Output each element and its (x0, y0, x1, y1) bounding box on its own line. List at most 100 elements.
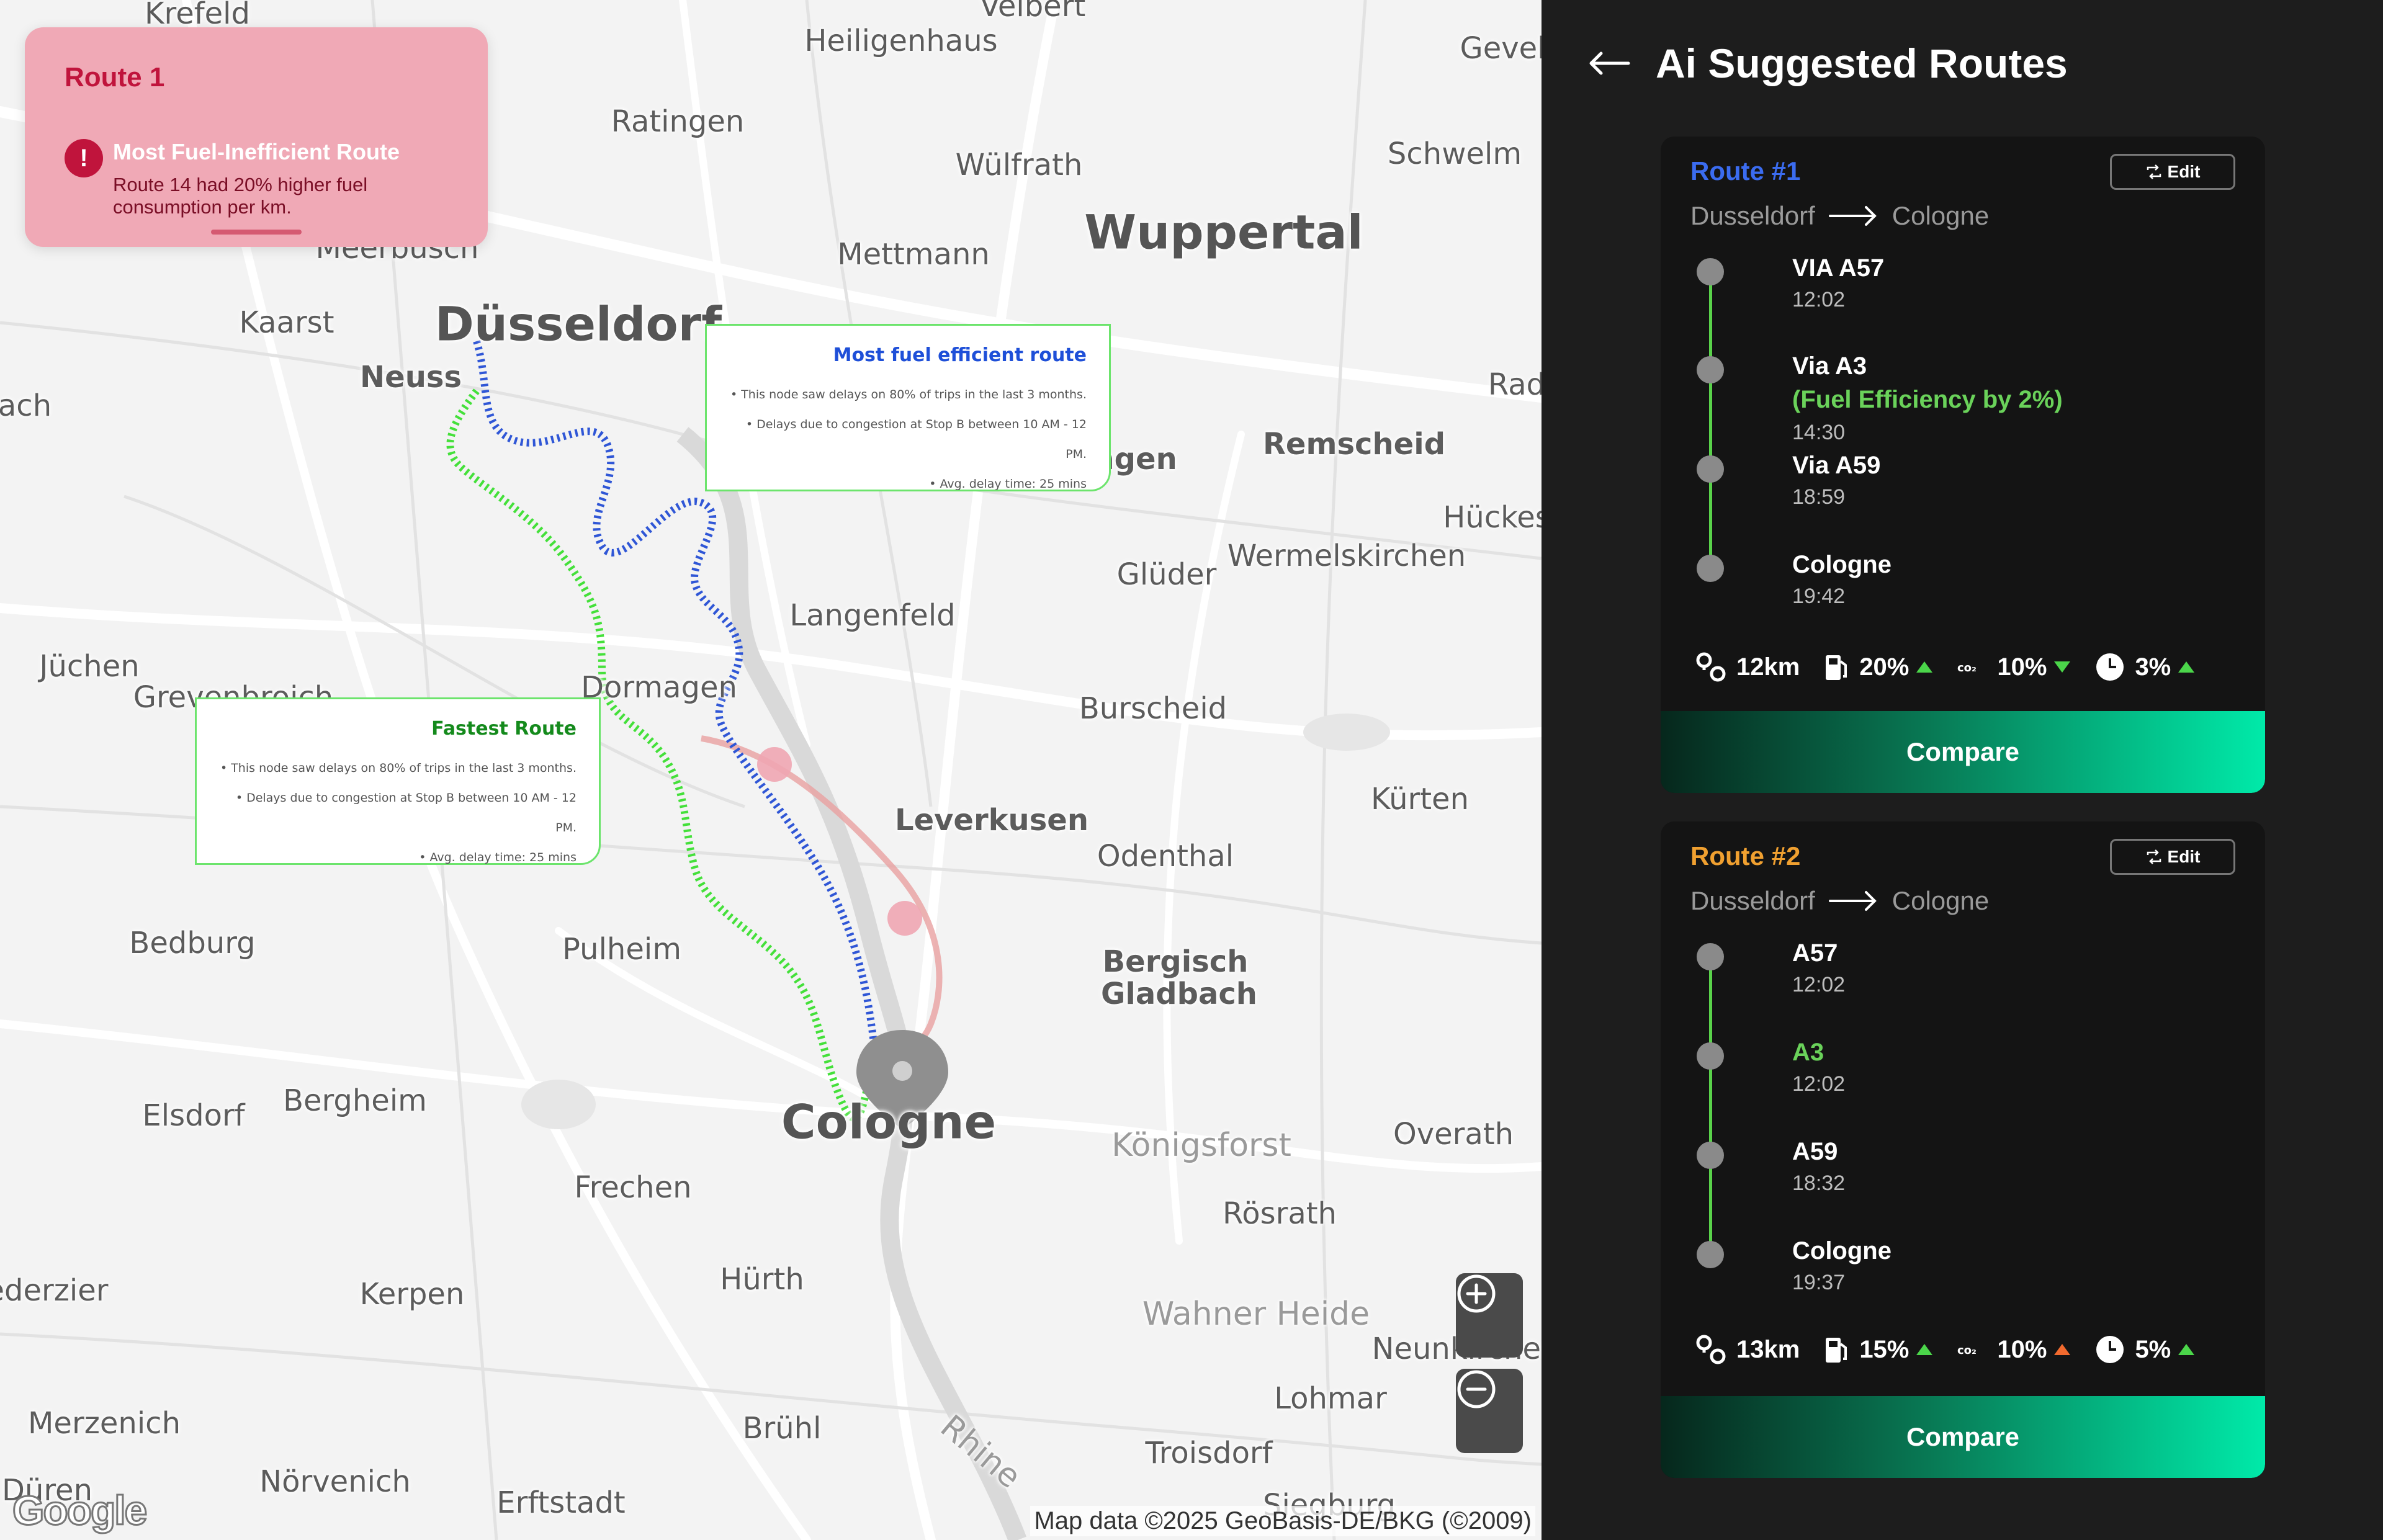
zoom-out-button[interactable] (1456, 1369, 1523, 1453)
trend-up-icon (1916, 661, 1933, 673)
place-label: Königsforst (1111, 1127, 1291, 1164)
route-from-to: Dusseldorf Cologne (1690, 886, 1989, 916)
place-label: Pulheim (562, 932, 681, 967)
route-card-2[interactable]: Route #2 Edit Dusseldorf Cologne A57 12:… (1661, 821, 2265, 1478)
place-label: Rad (1488, 367, 1542, 402)
fastest-route-card[interactable]: Fastest Route This node saw delays on 80… (195, 697, 601, 865)
route-origin: Dusseldorf (1690, 201, 1815, 230)
edit-route-button[interactable]: Edit (2110, 154, 2235, 190)
time-value: 5% (2135, 1335, 2171, 1363)
distance-stat: 13km (1695, 1334, 1800, 1365)
stop-time: 12:02 (1792, 288, 1846, 311)
stop-dot (1697, 258, 1724, 285)
distance-value: 12km (1736, 653, 1800, 681)
fastest-card-title: Fastest Route (431, 718, 577, 740)
distance-stat: 12km (1695, 651, 1800, 683)
route-origin: Dusseldorf (1690, 886, 1815, 915)
stop-name: Cologne (1792, 1237, 1892, 1265)
place-label: Ratingen (611, 104, 745, 139)
distance-value: 13km (1736, 1335, 1800, 1363)
fuel-value: 20% (1859, 653, 1910, 681)
time-value: 3% (2135, 653, 2171, 681)
timeline-line (1709, 273, 1712, 571)
place-label: Elsdorf (142, 1098, 245, 1133)
fuel-efficient-route-card[interactable]: Most fuel efficient route This node saw … (705, 324, 1111, 491)
stop-name: A3 (1792, 1039, 1824, 1066)
route-distance-icon (1695, 1334, 1726, 1365)
zoom-in-button[interactable] (1456, 1273, 1523, 1358)
route-card-1[interactable]: Route #1 Edit Dusseldorf Cologne VIA A57 (1661, 137, 2265, 793)
stop-name: Via A59 (1792, 452, 1881, 479)
fuel-value: 15% (1859, 1335, 1910, 1363)
stop-name: A57 (1792, 939, 1838, 967)
place-label: ederzier (0, 1273, 109, 1308)
place-label: Heiligenhaus (804, 24, 998, 58)
place-label: Burscheid (1079, 691, 1227, 726)
card-bullet: Delays due to congestion at Stop B betwe… (219, 783, 577, 843)
map-view[interactable]: Krefeld Velbert Heiligenhaus Gevels Rati… (0, 0, 1542, 1540)
compare-button[interactable]: Compare (1661, 711, 2265, 793)
fuel-efficient-card-list: This node saw delays on 80% of trips in … (729, 380, 1087, 499)
route-alert-title: Route 1 (65, 62, 165, 92)
place-label: Wülfrath (955, 148, 1083, 182)
stop-name: Cologne (1792, 551, 1892, 578)
co2-value: 10% (1997, 1335, 2047, 1363)
fuel-efficient-card-title: Most fuel efficient route (833, 344, 1087, 366)
place-label: Gevels (1460, 31, 1542, 66)
card-bullet: Delays due to congestion at Stop B betwe… (729, 410, 1087, 469)
stop-time: 12:02 (1792, 973, 1846, 996)
back-arrow-icon[interactable] (1587, 51, 1631, 76)
place-label: Glüder (1116, 557, 1217, 592)
place-label: Wuppertal (1084, 204, 1363, 260)
place-label: Neuss (359, 360, 462, 395)
trend-up-icon (2054, 1344, 2071, 1355)
place-label: Wahner Heide (1142, 1296, 1370, 1333)
zoom-in-icon (1457, 1274, 1496, 1313)
stop-dot (1697, 455, 1724, 483)
clock-icon (2095, 1335, 2125, 1364)
stop-dot (1697, 356, 1724, 383)
place-label: Lohmar (1274, 1381, 1387, 1416)
trend-up-icon (2178, 1344, 2195, 1355)
trend-up-icon (1916, 1344, 1933, 1355)
fuel-stat: 20% (1824, 653, 1933, 681)
drag-handle[interactable] (211, 230, 302, 235)
place-label: Bergheim (283, 1083, 427, 1118)
place-label: ach (0, 388, 52, 423)
place-label: Hürth (720, 1262, 804, 1297)
route-destination: Cologne (1892, 886, 1990, 915)
long-arrow-right-icon (1828, 206, 1877, 226)
stop-time: 19:42 (1792, 584, 1846, 608)
route-from-to: Dusseldorf Cologne (1690, 201, 1989, 231)
map-copyright[interactable]: Map data ©2025 GeoBasis-DE/BKG (©2009) (1030, 1506, 1535, 1536)
edit-icon (2147, 849, 2161, 864)
stop-time: 18:32 (1792, 1171, 1846, 1195)
place-label: Kaarst (239, 305, 334, 340)
place-label: Nörvenich (259, 1464, 411, 1499)
place-label: Hückes (1443, 500, 1542, 535)
route-distance-icon (1695, 651, 1726, 683)
fastest-card-list: This node saw delays on 80% of trips in … (219, 753, 577, 872)
route-stats: 13km 15% co₂ 10% 5% (1695, 1334, 2219, 1365)
card-bullet: Avg. delay time: 25 mins (729, 469, 1087, 499)
co2-stat: co₂ 10% (1957, 1335, 2071, 1364)
edit-label: Edit (2167, 162, 2201, 181)
place-label: Cologne (781, 1094, 997, 1150)
place-label: Dormagen (581, 670, 737, 705)
trend-up-icon (2178, 661, 2195, 673)
place-label: Schwelm (1387, 137, 1522, 171)
place-label: Velbert (979, 0, 1086, 24)
route-alert-card[interactable]: Route 1 ! Most Fuel-Inefficient Route Ro… (25, 27, 488, 247)
svg-text:co₂: co₂ (1957, 661, 1977, 674)
card-bullet: Avg. delay time: 25 mins (219, 843, 577, 872)
stop-name: VIA A57 (1792, 254, 1885, 282)
route-node-marker (887, 901, 922, 936)
exclamation-icon: ! (65, 139, 103, 177)
compare-button[interactable]: Compare (1661, 1396, 2265, 1478)
edit-route-button[interactable]: Edit (2110, 839, 2235, 875)
panel-title: Ai Suggested Routes (1656, 40, 2068, 86)
route-suggestion-panel: Ai Suggested Routes Route #1 Edit Dussel… (1542, 0, 2383, 1540)
place-label: Odenthal (1097, 839, 1234, 874)
place-label: Kerpen (359, 1277, 465, 1312)
svg-text:co₂: co₂ (1957, 1344, 1977, 1357)
